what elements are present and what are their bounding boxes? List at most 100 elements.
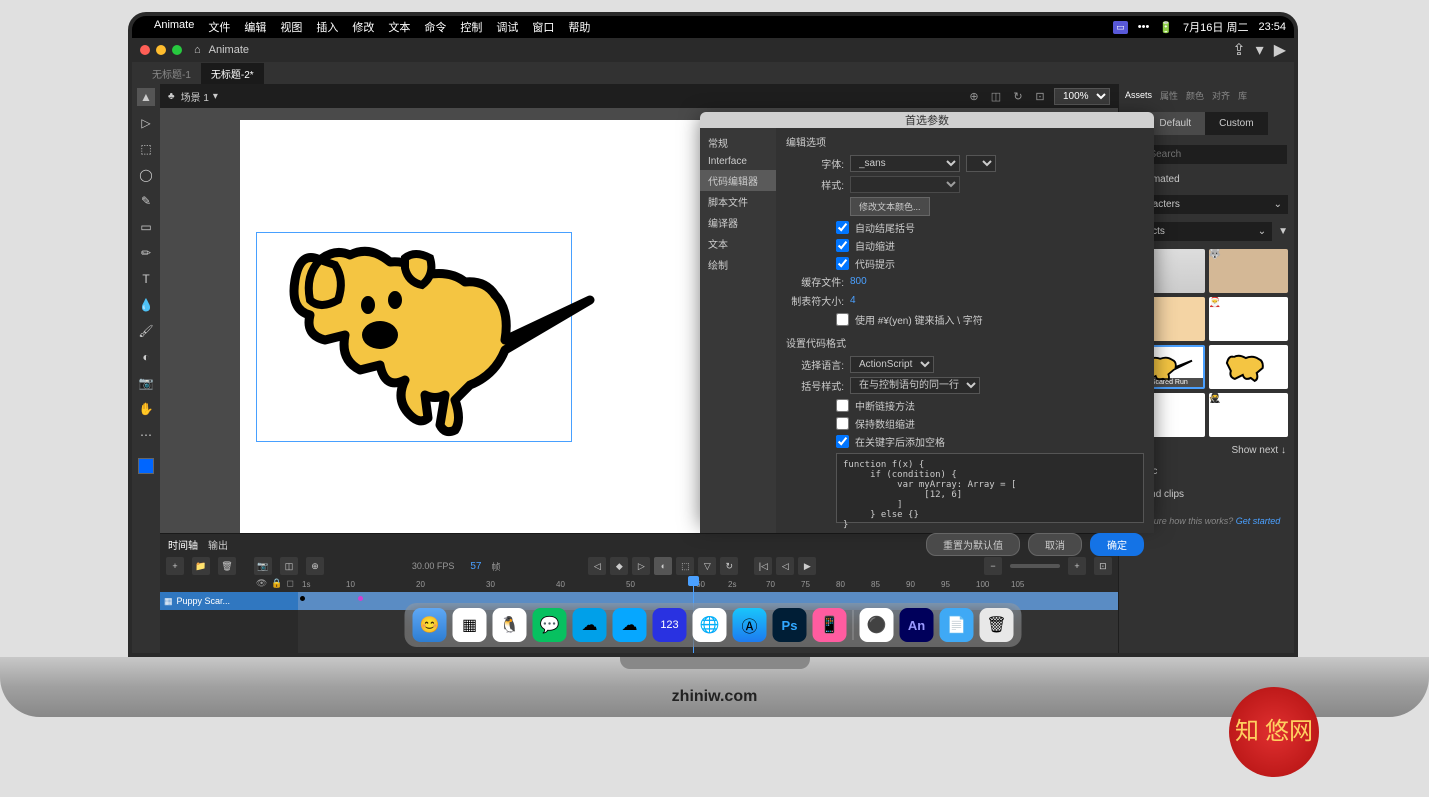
code-hints-checkbox[interactable] xyxy=(836,257,849,270)
battery-icon[interactable]: 🔋 xyxy=(1159,21,1173,34)
break-chained-checkbox[interactable] xyxy=(836,399,849,412)
eyedropper-tool-icon[interactable]: 💧 xyxy=(137,296,155,314)
pref-cat-drawing[interactable]: 绘制 xyxy=(700,254,776,275)
more-tools-icon[interactable]: ⋯ xyxy=(137,426,155,444)
menubar-time[interactable]: 23:54 xyxy=(1258,21,1286,33)
center-stage-icon[interactable]: ⊕ xyxy=(966,88,982,104)
dock-app3-icon[interactable]: 📄 xyxy=(940,608,974,642)
modify-text-color-button[interactable]: 修改文本颜色... xyxy=(850,197,930,216)
dock-finder-icon[interactable]: 😊 xyxy=(413,608,447,642)
dock-wechat-icon[interactable]: 💬 xyxy=(533,608,567,642)
menu-commands[interactable]: 命令 xyxy=(424,19,446,35)
puppy-symbol[interactable] xyxy=(250,200,600,460)
pencil-tool-icon[interactable]: ✏ xyxy=(137,244,155,262)
ok-button[interactable]: 确定 xyxy=(1090,533,1144,556)
selection-tool-icon[interactable]: ▲ xyxy=(137,88,155,106)
timeline-zoom-in-icon[interactable]: + xyxy=(1068,557,1086,575)
camera-tool-icon[interactable]: 📷 xyxy=(137,374,155,392)
get-started-link[interactable]: Get started xyxy=(1236,516,1281,526)
dock-baidu-icon[interactable]: ☁ xyxy=(613,608,647,642)
auto-close-brackets-checkbox[interactable] xyxy=(836,221,849,234)
menu-text[interactable]: 文本 xyxy=(388,19,410,35)
screen-mirror-icon[interactable]: ▭ xyxy=(1113,21,1128,34)
play-test-icon[interactable]: ▶ xyxy=(1274,40,1286,60)
dock-cloud-icon[interactable]: ☁ xyxy=(573,608,607,642)
edit-multi-frames-icon[interactable]: ⬚ xyxy=(676,557,694,575)
delete-layer-icon[interactable]: 🗑 xyxy=(218,557,236,575)
window-close-button[interactable] xyxy=(140,45,150,55)
layer-depth-icon[interactable]: ◫ xyxy=(280,557,298,575)
tab-library[interactable]: 库 xyxy=(1238,89,1247,102)
auto-indent-checkbox[interactable] xyxy=(836,239,849,252)
tab-properties[interactable]: 属性 xyxy=(1160,89,1178,102)
text-tool-icon[interactable]: T xyxy=(137,270,155,288)
pref-cat-script-files[interactable]: 脚本文件 xyxy=(700,191,776,212)
paint-tool-icon[interactable]: 🖌 xyxy=(137,322,155,340)
brace-style-select[interactable]: 在与控制语句的同一行 xyxy=(850,377,980,394)
layer-lock-icon[interactable]: 🔒 xyxy=(271,578,282,592)
default-assets-button[interactable]: Default xyxy=(1145,112,1205,135)
brush-tool-icon[interactable]: ✎ xyxy=(137,192,155,210)
window-maximize-button[interactable] xyxy=(172,45,182,55)
menu-control[interactable]: 控制 xyxy=(460,19,482,35)
scene-icon[interactable]: ♣ xyxy=(168,91,175,102)
camera-layer-icon[interactable]: 📷 xyxy=(254,557,272,575)
home-icon[interactable]: ⌂ xyxy=(194,44,201,56)
go-first-frame-icon[interactable]: |◁ xyxy=(754,557,772,575)
tab-size-value[interactable]: 4 xyxy=(850,295,856,306)
tab-color[interactable]: 颜色 xyxy=(1186,89,1204,102)
yen-key-checkbox[interactable] xyxy=(836,313,849,326)
step-back-icon[interactable]: ◁ xyxy=(776,557,794,575)
dock-qq-icon[interactable]: 🐧 xyxy=(493,608,527,642)
pref-cat-interface[interactable]: Interface xyxy=(700,153,776,170)
doc-tab-2[interactable]: 无标题-2* xyxy=(201,63,264,84)
chevron-down-icon[interactable]: ▾ xyxy=(1256,40,1264,60)
layer-visibility-icon[interactable]: 👁 xyxy=(256,578,267,592)
menubar-app-name[interactable]: Animate xyxy=(154,19,194,35)
scene-dropdown-icon[interactable]: ▾ xyxy=(213,91,218,102)
pref-cat-text[interactable]: 文本 xyxy=(700,233,776,254)
layer-outline-icon[interactable]: ◻ xyxy=(287,578,294,592)
fit-screen-icon[interactable]: ⊡ xyxy=(1032,88,1048,104)
keep-array-indent-checkbox[interactable] xyxy=(836,417,849,430)
keyframe-icon[interactable] xyxy=(300,596,305,601)
filter-icon[interactable]: ▼ xyxy=(1278,226,1288,237)
list-view-icon[interactable]: ☰ xyxy=(1293,149,1298,160)
reset-defaults-button[interactable]: 重置为默认值 xyxy=(926,533,1020,556)
keyframe-nav-next-icon[interactable]: ▷ xyxy=(632,557,650,575)
menu-view[interactable]: 视图 xyxy=(280,19,302,35)
subselection-tool-icon[interactable]: ▷ xyxy=(137,114,155,132)
scene-name[interactable]: 场景 1 xyxy=(181,89,209,104)
menu-window[interactable]: 窗口 xyxy=(532,19,554,35)
dock-app-icon[interactable]: 📱 xyxy=(813,608,847,642)
dock-chrome-icon[interactable]: 🌐 xyxy=(693,608,727,642)
menu-file[interactable]: 文件 xyxy=(208,19,230,35)
timeline-ruler[interactable]: 1s 10 20 30 40 50 60 2s 70 75 80 85 xyxy=(298,578,1118,592)
dock-app2-icon[interactable]: ⚫ xyxy=(860,608,894,642)
pref-cat-compiler[interactable]: 编译器 xyxy=(700,212,776,233)
fill-color-swatch[interactable] xyxy=(138,458,154,474)
doc-tab-1[interactable]: 无标题-1 xyxy=(142,63,201,84)
layer-parent-icon[interactable]: ⊕ xyxy=(306,557,324,575)
dock-trash-icon[interactable]: 🗑 xyxy=(980,608,1014,642)
asset-item[interactable]: 🥷 xyxy=(1209,393,1289,437)
layer-folder-icon[interactable]: 📁 xyxy=(192,557,210,575)
dock-appstore-icon[interactable]: Ⓐ xyxy=(733,608,767,642)
insert-keyframe-icon[interactable]: ◆ xyxy=(610,557,628,575)
zoom-select[interactable]: 100% xyxy=(1054,88,1110,105)
menubar-date[interactable]: 7月16日 周二 xyxy=(1183,19,1248,35)
hand-tool-icon[interactable]: ✋ xyxy=(137,400,155,418)
clip-content-icon[interactable]: ◫ xyxy=(988,88,1004,104)
transform-tool-icon[interactable]: ⬚ xyxy=(137,140,155,158)
layer-name[interactable]: Puppy Scar... xyxy=(177,596,231,606)
eraser-tool-icon[interactable]: ◐ xyxy=(137,348,155,366)
pref-cat-code-editor[interactable]: 代码编辑器 xyxy=(700,170,776,191)
share-icon[interactable]: ⇪ xyxy=(1232,40,1245,60)
lasso-tool-icon[interactable]: ◯ xyxy=(137,166,155,184)
dock-launchpad-icon[interactable]: ▦ xyxy=(453,608,487,642)
loop-icon[interactable]: ↻ xyxy=(720,557,738,575)
menu-help[interactable]: 帮助 xyxy=(568,19,590,35)
dock-123-icon[interactable]: 123 xyxy=(653,608,687,642)
timeline-fit-icon[interactable]: ⊡ xyxy=(1094,557,1112,575)
font-size-select[interactable]: 10 xyxy=(966,155,996,172)
